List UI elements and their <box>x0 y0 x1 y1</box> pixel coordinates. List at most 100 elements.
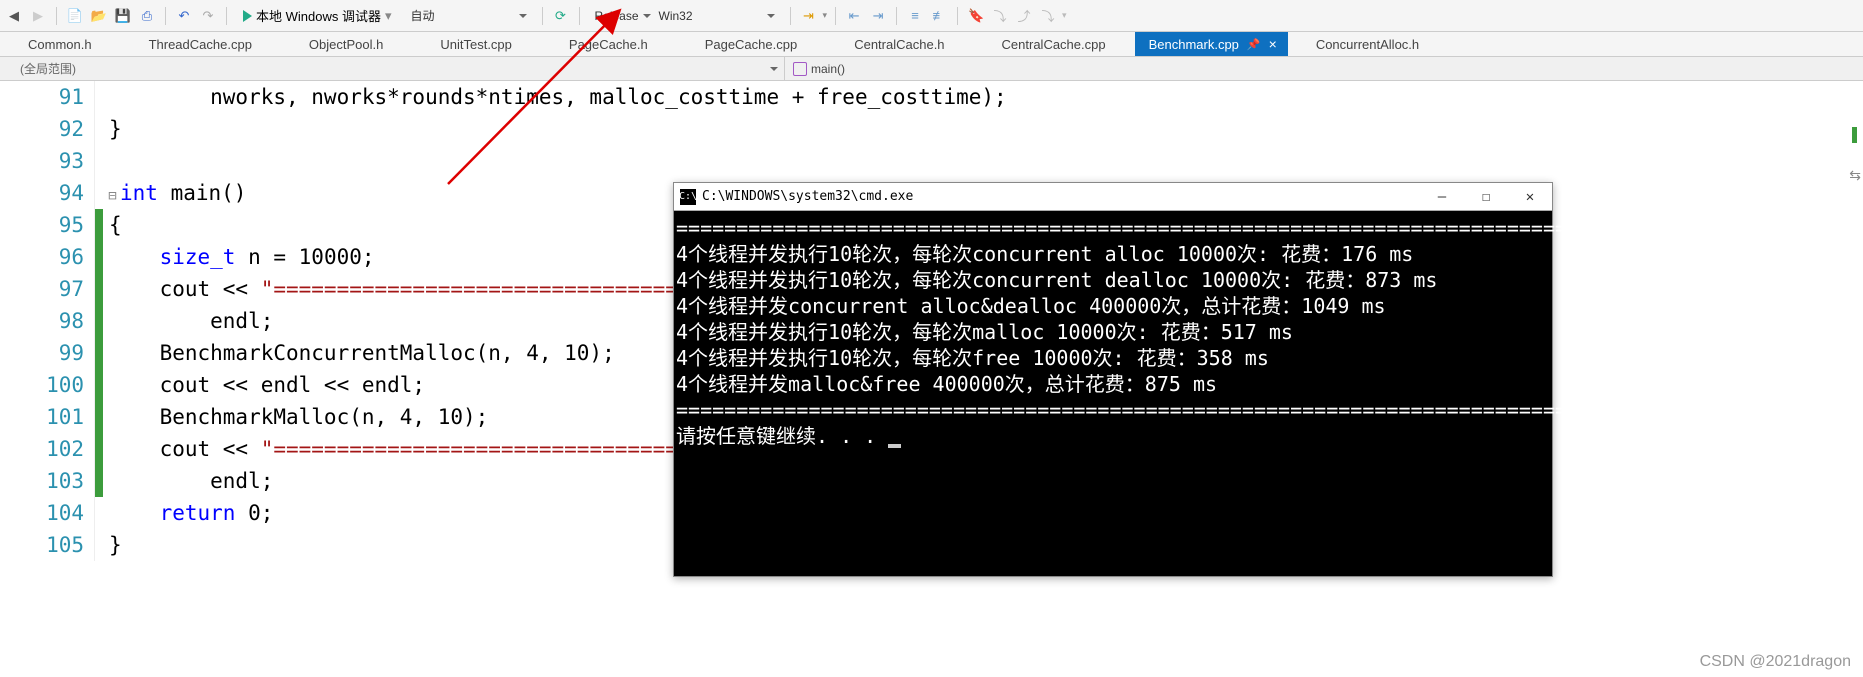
change-marker <box>95 145 103 177</box>
watermark: CSDN @2021dragon <box>1700 653 1851 671</box>
code-text: cout << endl << endl; <box>103 369 425 401</box>
line-number: 99 <box>0 337 95 369</box>
build-config-dropdown[interactable]: Release <box>588 6 648 26</box>
code-text: endl; <box>103 305 273 337</box>
change-marker <box>95 337 103 369</box>
nav-back-icon[interactable]: ◀ <box>4 6 24 26</box>
tab-pagecache-h[interactable]: PageCache.h <box>541 33 677 56</box>
uncomment-icon[interactable]: ≢ <box>929 6 949 26</box>
line-number: 102 <box>0 433 95 465</box>
config-auto-dropdown[interactable]: 自动 <box>404 4 534 27</box>
build-config-value: Release <box>595 9 639 23</box>
pin-icon[interactable]: 📌 <box>1247 38 1261 51</box>
change-marker <box>95 433 103 465</box>
line-number: 98 <box>0 305 95 337</box>
tab-objectpool-h[interactable]: ObjectPool.h <box>281 33 412 56</box>
open-icon[interactable]: 📂 <box>89 6 109 26</box>
tab-threadcache-cpp[interactable]: ThreadCache.cpp <box>121 33 281 56</box>
close-button[interactable]: ✕ <box>1508 184 1552 210</box>
code-text: endl; <box>103 465 273 497</box>
change-marker <box>95 177 103 209</box>
line-number: 97 <box>0 273 95 305</box>
line-number: 94 <box>0 177 95 209</box>
refresh-icon[interactable]: ⟳ <box>551 6 571 26</box>
code-text: { <box>103 209 122 241</box>
code-line[interactable]: 91 nworks, nworks*rounds*ntimes, malloc_… <box>0 81 1863 113</box>
line-number: 104 <box>0 497 95 529</box>
cmd-icon: C:\ <box>680 189 696 205</box>
change-marker <box>95 273 103 305</box>
line-number: 95 <box>0 209 95 241</box>
change-marker <box>95 305 103 337</box>
tab-benchmark-cpp[interactable]: Benchmark.cpp📌× <box>1135 32 1288 56</box>
code-text <box>103 145 109 177</box>
tab-centralcache-h[interactable]: CentralCache.h <box>826 33 973 56</box>
change-marker <box>95 209 103 241</box>
scope-dropdown-left[interactable]: (全局范围) <box>0 57 785 80</box>
change-marker <box>95 465 103 497</box>
start-debug-button[interactable]: 本地 Windows 调试器 ▾ <box>235 4 400 27</box>
maximize-button[interactable]: ☐ <box>1464 184 1508 210</box>
outdent-icon[interactable]: ⇥ <box>868 6 888 26</box>
collapse-toggle-icon[interactable]: ⊟ <box>105 180 120 212</box>
platform-value: Win32 <box>659 9 693 23</box>
play-icon <box>243 10 252 22</box>
tab-unittest-cpp[interactable]: UnitTest.cpp <box>412 33 541 56</box>
bookmark-nav2-icon[interactable]: ⤴ <box>1014 6 1034 26</box>
indent-icon[interactable]: ⇤ <box>844 6 864 26</box>
line-number: 92 <box>0 113 95 145</box>
change-marker <box>95 529 103 561</box>
change-marker <box>95 241 103 273</box>
change-marker <box>95 497 103 529</box>
change-marker <box>95 369 103 401</box>
bookmark-icon[interactable]: 🔖 <box>966 6 986 26</box>
tab-common-h[interactable]: Common.h <box>0 33 121 56</box>
nav-forward-icon[interactable]: ▶ <box>28 6 48 26</box>
platform-dropdown[interactable]: Win32 <box>652 6 782 26</box>
code-text: BenchmarkMalloc(n, 4, 10); <box>103 401 488 433</box>
scope-dropdown-right[interactable]: main() <box>785 62 845 76</box>
line-number: 103 <box>0 465 95 497</box>
console-output: ========================================… <box>674 211 1552 453</box>
code-text: size_t n = 10000; <box>103 241 375 273</box>
console-title-text: C:\WINDOWS\system32\cmd.exe <box>702 189 913 204</box>
code-text: ⊟int main() <box>103 177 246 209</box>
bookmark-nav1-icon[interactable]: ⤵ <box>990 6 1010 26</box>
new-file-icon[interactable]: 📄 <box>65 6 85 26</box>
line-number: 93 <box>0 145 95 177</box>
minimize-button[interactable]: — <box>1420 184 1464 210</box>
code-text: BenchmarkConcurrentMalloc(n, 4, 10); <box>103 337 615 369</box>
close-tab-icon[interactable]: × <box>1269 36 1277 52</box>
line-number: 100 <box>0 369 95 401</box>
tab-pagecache-cpp[interactable]: PageCache.cpp <box>677 33 827 56</box>
console-window: C:\ C:\WINDOWS\system32\cmd.exe — ☐ ✕ ==… <box>673 182 1553 577</box>
split-editor-icon[interactable]: ⇆ <box>1849 167 1861 184</box>
code-text: return 0; <box>103 497 273 529</box>
redo-icon[interactable]: ↷ <box>198 6 218 26</box>
code-line[interactable]: 92} <box>0 113 1863 145</box>
main-toolbar: ◀ ▶ 📄 📂 💾 ⎙ ↶ ↷ 本地 Windows 调试器 ▾ 自动 ⟳ Re… <box>0 0 1863 32</box>
change-marker <box>95 401 103 433</box>
function-icon <box>793 62 807 76</box>
line-number: 105 <box>0 529 95 561</box>
line-number: 101 <box>0 401 95 433</box>
tab-centralcache-cpp[interactable]: CentralCache.cpp <box>974 33 1135 56</box>
line-number: 96 <box>0 241 95 273</box>
save-icon[interactable]: 💾 <box>113 6 133 26</box>
bookmark-nav3-icon[interactable]: ⤵ <box>1038 6 1058 26</box>
code-text: } <box>103 529 122 561</box>
comment-icon[interactable]: ≡ <box>905 6 925 26</box>
undo-icon[interactable]: ↶ <box>174 6 194 26</box>
save-all-icon[interactable]: ⎙ <box>137 6 157 26</box>
tab-concurrentalloc-h[interactable]: ConcurrentAlloc.h <box>1288 33 1448 56</box>
code-text: } <box>103 113 122 145</box>
code-line[interactable]: 93 <box>0 145 1863 177</box>
debugger-label: 本地 Windows 调试器 <box>256 6 381 25</box>
console-titlebar[interactable]: C:\ C:\WINDOWS\system32\cmd.exe — ☐ ✕ <box>674 183 1552 211</box>
file-tabs: Common.hThreadCache.cppObjectPool.hUnitT… <box>0 32 1863 57</box>
code-text: nworks, nworks*rounds*ntimes, malloc_cos… <box>103 81 1007 113</box>
line-number: 91 <box>0 81 95 113</box>
step-icon-1[interactable]: ⇥ <box>799 6 819 26</box>
change-marker <box>95 113 103 145</box>
change-marker <box>95 81 103 113</box>
